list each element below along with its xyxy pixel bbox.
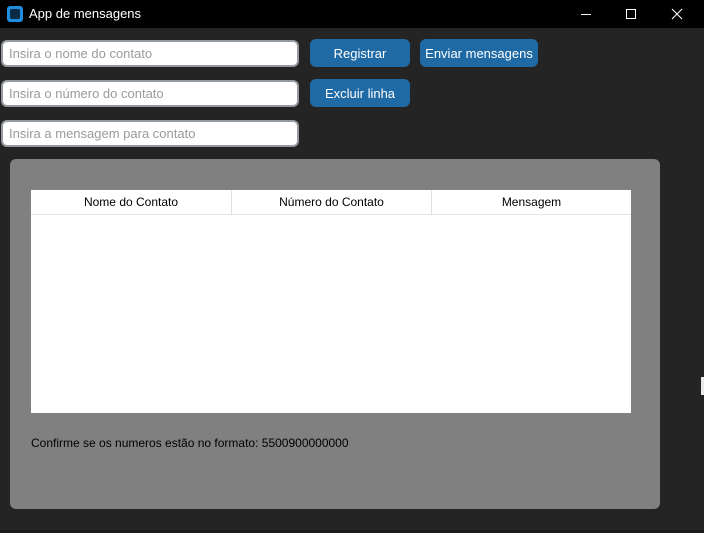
window-title: App de mensagens bbox=[29, 6, 142, 21]
app-window-icon bbox=[7, 6, 23, 22]
minimize-icon bbox=[581, 14, 591, 15]
send-messages-button[interactable]: Enviar mensagens bbox=[420, 39, 538, 67]
register-button[interactable]: Registrar bbox=[310, 39, 410, 67]
contacts-table[interactable]: Nome do Contato Número do Contato Mensag… bbox=[31, 190, 631, 413]
column-header-number[interactable]: Número do Contato bbox=[231, 190, 431, 214]
column-header-message[interactable]: Mensagem bbox=[431, 190, 631, 214]
title-bar: App de mensagens bbox=[0, 0, 704, 28]
close-icon bbox=[671, 8, 683, 20]
maximize-icon bbox=[626, 9, 636, 19]
minimize-button[interactable] bbox=[563, 0, 609, 28]
table-header: Nome do Contato Número do Contato Mensag… bbox=[31, 190, 631, 215]
maximize-button[interactable] bbox=[608, 0, 654, 28]
close-button[interactable] bbox=[654, 0, 700, 28]
contact-number-input[interactable] bbox=[1, 80, 299, 107]
delete-row-button[interactable]: Excluir linha bbox=[310, 79, 410, 107]
contact-name-input[interactable] bbox=[1, 40, 299, 67]
contact-message-input[interactable] bbox=[1, 120, 299, 147]
column-header-name[interactable]: Nome do Contato bbox=[31, 190, 231, 214]
format-hint-text: Confirme se os numeros estão no formato:… bbox=[31, 436, 349, 450]
